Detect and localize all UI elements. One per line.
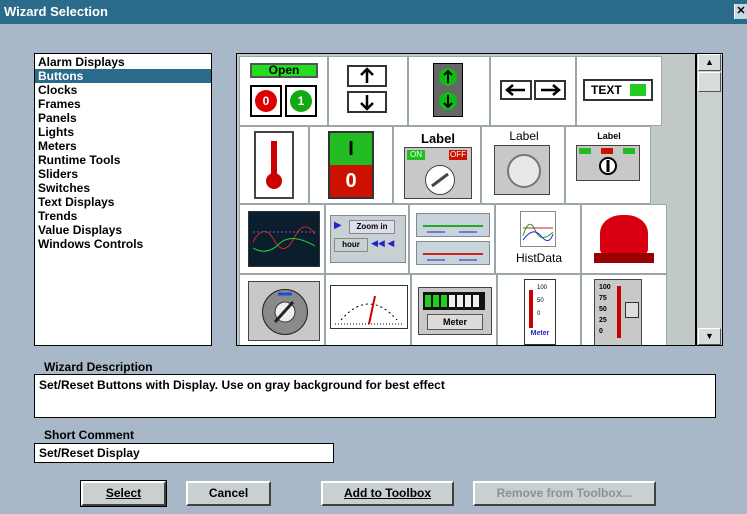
- scroll-thumb[interactable]: [698, 72, 721, 92]
- category-item[interactable]: Meters: [35, 139, 211, 153]
- title-bar: Wizard Selection ✕: [0, 0, 747, 24]
- off-indicator: OFF: [449, 150, 467, 160]
- wizard-tile-io-switch[interactable]: I 0: [309, 126, 393, 204]
- open-display: Open: [250, 63, 318, 78]
- wizard-tile-trend-tools[interactable]: ▶ Zoom in hour ◀◀ ◀: [325, 204, 409, 274]
- wizard-gallery[interactable]: Open 0 1 TEXT I 0 Label ON OFF Label Lab…: [236, 53, 696, 346]
- wizard-tile-text-button[interactable]: TEXT: [576, 56, 662, 126]
- text-indicator: [630, 84, 646, 96]
- category-item[interactable]: Alarm Displays: [35, 55, 211, 69]
- trend-chart-icon: [248, 211, 320, 267]
- category-item[interactable]: Buttons: [35, 69, 211, 83]
- rewind-icon: ◀◀ ◀: [371, 238, 395, 248]
- wizard-tile-slider[interactable]: 100 75 50 25 0: [581, 274, 667, 345]
- wizard-tile-lever-switch[interactable]: [239, 126, 309, 204]
- vertical-meter-label: Meter: [530, 330, 550, 337]
- category-item[interactable]: Panels: [35, 111, 211, 125]
- text-label: TEXT: [591, 83, 622, 97]
- bar-meter-label: Meter: [427, 314, 483, 330]
- switch-off-half: 0: [330, 165, 372, 197]
- on-indicator: ON: [407, 150, 425, 160]
- lever-switch-icon: [254, 131, 294, 199]
- bar-meter-icon: [423, 292, 485, 310]
- category-item[interactable]: Windows Controls: [35, 237, 211, 251]
- category-item[interactable]: Trends: [35, 209, 211, 223]
- wizard-tile-up-down-green[interactable]: [408, 56, 490, 126]
- wizard-tile-selector-switch[interactable]: Label: [565, 126, 651, 204]
- short-comment-label: Short Comment: [44, 428, 134, 442]
- histdata-chart-icon: [520, 211, 556, 247]
- description-box: Set/Reset Buttons with Display. Use on g…: [34, 374, 716, 418]
- green-up-icon: [439, 68, 457, 86]
- vertical-meter-bar: [529, 290, 533, 328]
- close-icon[interactable]: ✕: [734, 4, 747, 19]
- category-item[interactable]: Frames: [35, 97, 211, 111]
- category-item[interactable]: Switches: [35, 181, 211, 195]
- wizard-tile-trend-chart[interactable]: [239, 204, 325, 274]
- slider-thumb: [625, 302, 639, 318]
- selector-label: Label: [597, 131, 621, 141]
- category-item[interactable]: Value Displays: [35, 223, 211, 237]
- select-button[interactable]: Select: [80, 480, 167, 507]
- scroll-up-icon[interactable]: ▲: [698, 54, 721, 71]
- histdata-label: HistData: [515, 251, 562, 265]
- arrow-left-icon: [500, 80, 532, 100]
- wizard-tile-alarm-beacon[interactable]: [581, 204, 667, 274]
- short-comment-field[interactable]: Set/Reset Display: [34, 443, 334, 463]
- cancel-button[interactable]: Cancel: [186, 481, 271, 506]
- set-button: 1: [290, 90, 312, 112]
- category-item[interactable]: Lights: [35, 125, 211, 139]
- hour-field: hour: [334, 238, 368, 252]
- gallery-scrollbar[interactable]: ▲ ▼: [696, 53, 723, 346]
- arrow-up-icon: [347, 65, 387, 87]
- rotary-knob-icon: [425, 165, 455, 195]
- wizard-tile-analog-meter[interactable]: [325, 274, 411, 345]
- zoom-button: Zoom in: [349, 220, 395, 234]
- slider-track: [617, 286, 621, 338]
- wizard-tile-rotary-switch[interactable]: Label ON OFF: [393, 126, 481, 204]
- wizard-tile-rotary-dial[interactable]: [239, 274, 325, 345]
- category-item[interactable]: Text Displays: [35, 195, 211, 209]
- category-item[interactable]: Sliders: [35, 167, 211, 181]
- add-to-toolbox-button[interactable]: Add to Toolbox: [321, 481, 454, 506]
- category-item[interactable]: Clocks: [35, 83, 211, 97]
- wizard-tile-trend-panel[interactable]: [409, 204, 495, 274]
- arrow-down-icon: [347, 91, 387, 113]
- description-label: Wizard Description: [44, 360, 153, 374]
- wizard-tile-bar-meter[interactable]: Meter: [411, 274, 497, 345]
- wizard-tile-open-set-reset[interactable]: Open 0 1: [239, 56, 328, 126]
- rotary-label: Label: [421, 131, 455, 146]
- scroll-down-icon[interactable]: ▼: [698, 328, 721, 345]
- rotary-dial-icon: [262, 289, 308, 335]
- reset-button: 0: [255, 90, 277, 112]
- switch-on-half: I: [330, 133, 372, 165]
- arrow-right-icon: [534, 80, 566, 100]
- knob-label: Label: [509, 129, 539, 143]
- green-down-icon: [439, 92, 457, 110]
- remove-from-toolbox-button[interactable]: Remove from Toolbox...: [473, 481, 656, 506]
- selector-knob-icon: [599, 157, 617, 175]
- wizard-tile-up-down-arrows[interactable]: [328, 56, 408, 126]
- wizard-tile-histdata[interactable]: HistData: [495, 204, 581, 274]
- wizard-tile-label-knob[interactable]: Label: [481, 126, 565, 204]
- analog-meter-icon: [330, 285, 408, 329]
- alarm-beacon-icon: [600, 215, 648, 255]
- wizard-tile-left-right-arrows[interactable]: [490, 56, 576, 126]
- play-icon: ▶: [334, 220, 342, 231]
- window-title: Wizard Selection: [4, 4, 108, 19]
- category-item[interactable]: Runtime Tools: [35, 153, 211, 167]
- category-list[interactable]: Alarm Displays Buttons Clocks Frames Panels L…: [34, 53, 212, 346]
- knob-icon: [507, 154, 541, 188]
- wizard-tile-vertical-meter[interactable]: 100 50 0 Meter: [497, 274, 581, 345]
